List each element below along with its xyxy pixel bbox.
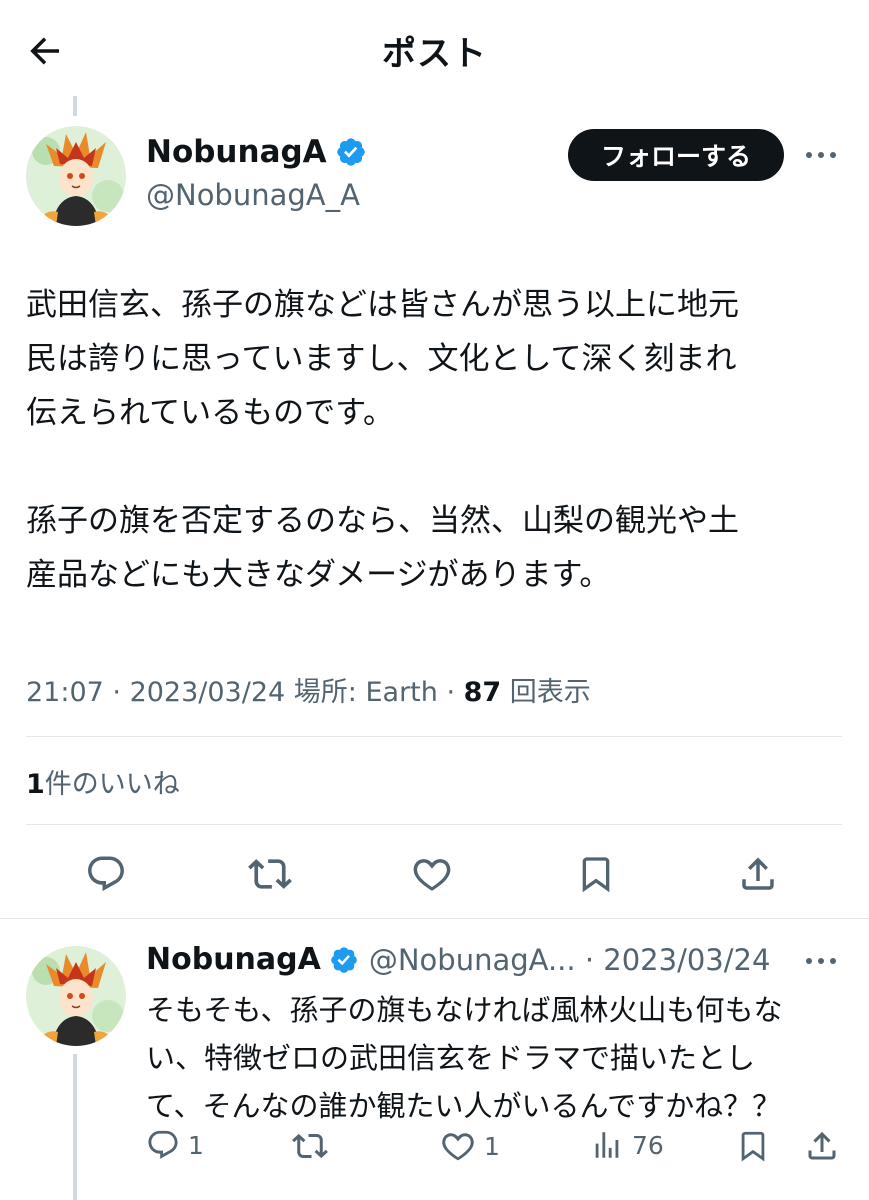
views-count: 76	[632, 1130, 664, 1160]
reply-icon	[148, 1130, 178, 1159]
separator-dot: ·	[575, 942, 604, 977]
share-button[interactable]	[736, 852, 780, 896]
likes-label: 件のいいね	[44, 769, 180, 800]
views-icon	[595, 1132, 619, 1158]
likes-summary[interactable]: 1件のいいね	[26, 762, 180, 801]
reply-text: そもそも、孫子の旗もなければ風林火山も何もな い、特徴ゼロの武田信玄をドラマで描…	[146, 993, 783, 1123]
thread-connector	[73, 1054, 77, 1200]
divider	[26, 824, 842, 825]
reply-reply-button[interactable]: 1	[146, 1128, 204, 1162]
verified-badge-icon	[337, 138, 365, 166]
reply-date[interactable]: 2023/03/24	[603, 943, 770, 977]
bookmark-icon	[741, 1131, 765, 1162]
bookmark-button[interactable]	[574, 852, 618, 896]
post-time[interactable]: 21:07	[26, 677, 104, 708]
author-name-text: NobunagA	[146, 134, 327, 170]
post-meta: 21:07 · 2023/03/24 場所: Earth · 87 回表示	[26, 677, 591, 708]
reply-retweet-button[interactable]	[292, 1128, 328, 1164]
reply-more-button[interactable]	[801, 946, 841, 976]
post-location: 場所: Earth	[293, 677, 438, 708]
avatar[interactable]	[26, 126, 126, 226]
author-name[interactable]: NobunagA	[146, 134, 367, 170]
likes-count: 1	[26, 769, 45, 800]
bookmark-icon	[582, 857, 610, 893]
more-icon	[806, 152, 836, 158]
reply-author-name[interactable]: NobunagA	[146, 942, 321, 977]
share-icon	[742, 857, 774, 890]
like-icon	[442, 1133, 474, 1161]
page-title: ポスト	[382, 34, 487, 74]
follow-button[interactable]: フォローする	[568, 129, 784, 181]
reply-bookmark-button[interactable]	[736, 1128, 770, 1164]
like-button[interactable]	[410, 852, 454, 896]
like-icon	[413, 859, 451, 891]
like-count: 1	[484, 1131, 500, 1161]
more-button[interactable]	[801, 140, 841, 170]
reply-icon	[88, 856, 124, 892]
reply-header: NobunagA @NobunagA... · 2023/03/24	[146, 942, 770, 977]
more-icon	[806, 958, 836, 964]
reply-avatar[interactable]	[26, 946, 126, 1046]
reply-button[interactable]	[84, 852, 128, 896]
top-bar: ポスト	[0, 0, 869, 96]
retweet-icon	[292, 1133, 328, 1159]
reply-views-button[interactable]: 76	[590, 1128, 664, 1162]
view-label: 回表示	[509, 677, 591, 708]
verified-badge-icon	[331, 946, 357, 973]
thread-connector	[73, 96, 77, 116]
reply-author-handle[interactable]: @NobunagA...	[369, 943, 576, 977]
retweet-button[interactable]	[248, 852, 292, 896]
reply-count: 1	[188, 1130, 204, 1160]
author-handle[interactable]: @NobunagA_A	[146, 178, 360, 212]
share-icon	[808, 1131, 836, 1160]
reply-like-button[interactable]: 1	[440, 1128, 500, 1164]
divider	[26, 736, 842, 737]
divider	[0, 918, 869, 919]
post-date[interactable]: 2023/03/24	[130, 677, 286, 708]
view-count: 87	[463, 677, 502, 708]
reply-share-button[interactable]	[804, 1128, 840, 1164]
retweet-icon	[248, 859, 292, 889]
post-text: 武田信玄、孫子の旗などは皆さんが思う以上に地元 民は誇りに思っていますし、文化と…	[26, 287, 739, 593]
